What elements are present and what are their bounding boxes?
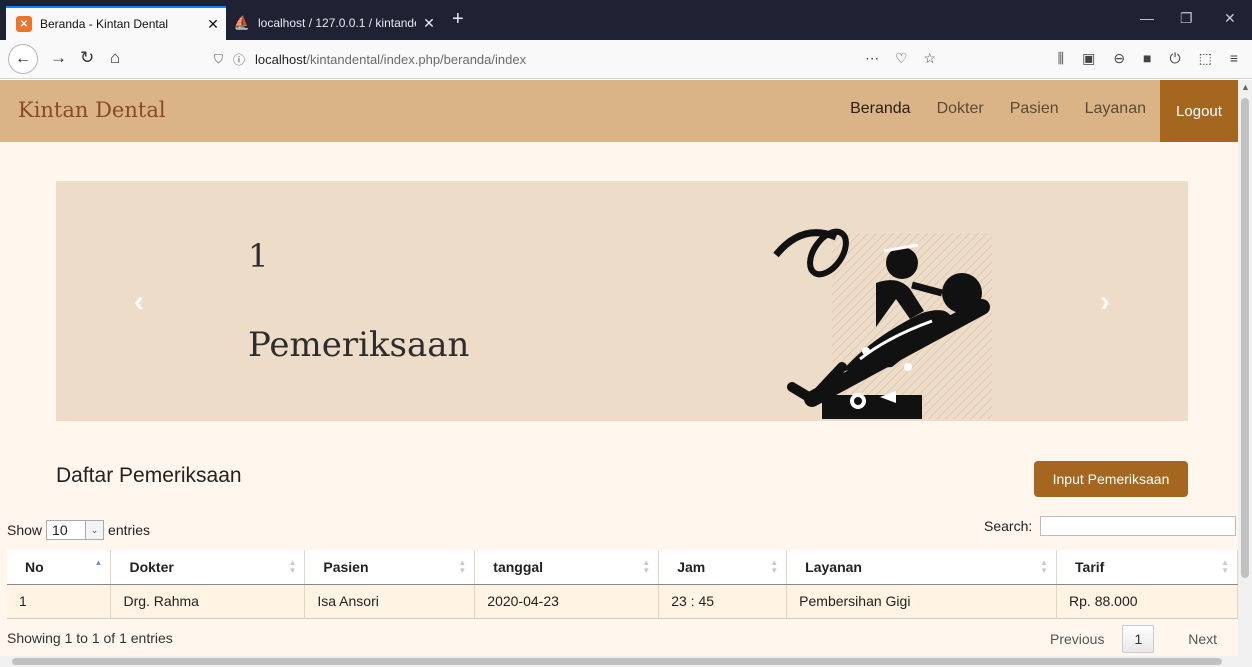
cell-dokter: Drg. Rahma	[110, 584, 306, 619]
menu-item-beranda[interactable]: Beranda	[850, 100, 911, 118]
search-input[interactable]	[1040, 516, 1237, 536]
chevron-down-icon: ⌄	[85, 521, 104, 539]
column-header-no[interactable]: No ▲	[7, 550, 112, 585]
sort-icon: ▲ ▼	[770, 558, 779, 575]
browser-tab-active[interactable]: ✕ Beranda - Kintan Dental ✕	[6, 6, 226, 40]
entries-label: entries	[108, 522, 151, 538]
menu-item-pasien[interactable]: Pasien	[1010, 100, 1059, 118]
column-header-dokter[interactable]: Dokter ▲ ▼	[110, 550, 306, 585]
length-value: 10	[52, 522, 68, 538]
tab-close-icon[interactable]: ✕	[200, 16, 226, 33]
cell-tanggal: 2020-04-23	[474, 584, 660, 619]
sort-icon: ▲ ▼	[458, 558, 467, 575]
url-bar[interactable]: ⛉ ⓘ localhost/kintandental/index.php/ber…	[214, 46, 954, 73]
horizontal-scrollbar[interactable]	[0, 656, 1252, 667]
column-header-tanggal[interactable]: tanggal ▲ ▼	[474, 550, 660, 585]
extension-icon[interactable]: ■	[1143, 50, 1151, 67]
sort-icon: ▲ ▼	[1221, 558, 1229, 575]
tab-close-icon[interactable]: ✕	[416, 15, 442, 32]
cell-jam: 23 : 45	[658, 584, 788, 619]
account-icon[interactable]: ⊖	[1113, 50, 1125, 67]
cell-tarif: Rp. 88.000	[1056, 584, 1238, 619]
home-icon[interactable]: ⌂	[110, 48, 120, 68]
length-select[interactable]: 10 ⌄	[46, 520, 105, 540]
browser-tab-phpmyadmin[interactable]: ⛵ localhost / 127.0.0.1 / kintande ✕	[226, 6, 442, 40]
library-icon[interactable]: ⫼	[1058, 50, 1064, 67]
search-control: Search:	[984, 516, 1237, 536]
reload-icon[interactable]: ↻	[80, 48, 94, 68]
scrollbar-thumb[interactable]	[1241, 98, 1249, 578]
tab-title: localhost / 127.0.0.1 / kintande	[258, 16, 416, 30]
back-arrow-icon[interactable]: ←	[8, 44, 38, 74]
sort-icon: ▲ ▼	[1040, 558, 1049, 575]
forward-arrow-icon[interactable]: →	[50, 48, 67, 68]
menu-item-dokter[interactable]: Dokter	[937, 100, 984, 118]
previous-page-button[interactable]: Previous	[1050, 631, 1104, 647]
xampp-favicon-icon: ✕	[16, 16, 32, 32]
column-header-pasien[interactable]: Pasien ▲ ▼	[304, 550, 476, 585]
new-tab-icon[interactable]: +	[452, 8, 464, 31]
toolbar-icons: ⫼ ▣ ⊖ ■ ⏻ ⬚ ≡	[1058, 50, 1238, 67]
column-header-layanan[interactable]: Layanan ▲ ▼	[786, 550, 1058, 585]
pagination: Previous 1 Next	[1050, 625, 1217, 653]
table-header-row: No ▲ Dokter ▲ ▼ Pasien ▲ ▼ tanggal ▲ ▼ Jam ▲ ▼ La…	[7, 550, 1238, 585]
scrollbar-thumb[interactable]	[12, 658, 1222, 665]
section-title: Daftar Pemeriksaan	[56, 464, 242, 487]
cell-pasien: Isa Ansori	[304, 584, 476, 619]
length-control: Show 10 ⌄ entries	[7, 520, 150, 540]
carousel-caption: Pemeriksaan	[248, 325, 470, 365]
info-icon: ⓘ	[233, 53, 246, 67]
carousel-next-icon[interactable]: ›	[1100, 285, 1110, 319]
brand-logo[interactable]: Kintan Dental	[18, 98, 166, 122]
url-host: localhost	[255, 52, 307, 67]
dentist-chair-icon	[773, 228, 992, 419]
carousel: ‹ 1 Pemeriksaan ›	[56, 181, 1188, 421]
cell-no: 1	[7, 584, 112, 619]
menu-icon[interactable]: ≡	[1230, 50, 1238, 67]
show-label: Show	[7, 522, 43, 538]
browser-tab-bar: ✕ Beranda - Kintan Dental ✕ ⛵ localhost …	[0, 0, 1252, 40]
page-actions-icon[interactable]: ⋯ ♡ ☆	[865, 50, 942, 67]
sort-asc-icon: ▲	[94, 558, 103, 567]
sidebar-icon[interactable]: ▣	[1082, 50, 1095, 67]
page-viewport: Kintan Dental Beranda Dokter Pasien Laya…	[0, 80, 1238, 656]
table-row: 1 Drg. Rahma Isa Ansori 2020-04-23 23 : …	[7, 584, 1238, 619]
carousel-number: 1	[248, 237, 269, 275]
url-path: /kintandental/index.php/beranda/index	[306, 52, 527, 67]
next-page-button[interactable]: Next	[1188, 631, 1217, 647]
scroll-up-icon[interactable]: ▲	[1241, 82, 1250, 92]
current-page-button[interactable]: 1	[1122, 625, 1155, 653]
tab-title: Beranda - Kintan Dental	[40, 17, 169, 31]
column-header-tarif[interactable]: Tarif ▲ ▼	[1056, 550, 1238, 585]
table-info: Showing 1 to 1 of 1 entries	[7, 630, 173, 646]
cell-layanan: Pembersihan Gigi	[786, 584, 1058, 619]
input-pemeriksaan-button[interactable]: Input Pemeriksaan	[1034, 461, 1188, 497]
site-navbar: Kintan Dental Beranda Dokter Pasien Laya…	[0, 80, 1238, 142]
power-icon[interactable]: ⏻	[1170, 50, 1181, 67]
restore-icon[interactable]: ❐	[1180, 10, 1193, 27]
phpmyadmin-favicon-icon: ⛵	[233, 15, 251, 30]
vertical-scrollbar[interactable]: ▲	[1238, 80, 1252, 656]
sort-icon: ▲ ▼	[288, 558, 297, 575]
minimize-icon[interactable]: —	[1140, 10, 1154, 26]
browser-nav-bar: ← → ↻ ⌂ ⛉ ⓘ localhost/kintandental/index…	[0, 40, 1252, 79]
sort-icon: ▲ ▼	[642, 558, 651, 575]
logout-button[interactable]: Logout	[1160, 80, 1238, 142]
menu-item-layanan[interactable]: Layanan	[1085, 100, 1146, 118]
window-close-icon[interactable]: ✕	[1224, 10, 1236, 27]
pemeriksaan-table: No ▲ Dokter ▲ ▼ Pasien ▲ ▼ tanggal ▲ ▼ Jam ▲ ▼ La…	[7, 550, 1238, 619]
search-label: Search:	[984, 518, 1033, 534]
column-header-jam[interactable]: Jam ▲ ▼	[658, 550, 788, 585]
screenshot-icon[interactable]: ⬚	[1199, 50, 1212, 67]
main-menu: Beranda Dokter Pasien Layanan	[850, 100, 1146, 118]
carousel-prev-icon[interactable]: ‹	[134, 285, 144, 319]
shield-icon: ⛉	[214, 52, 224, 66]
